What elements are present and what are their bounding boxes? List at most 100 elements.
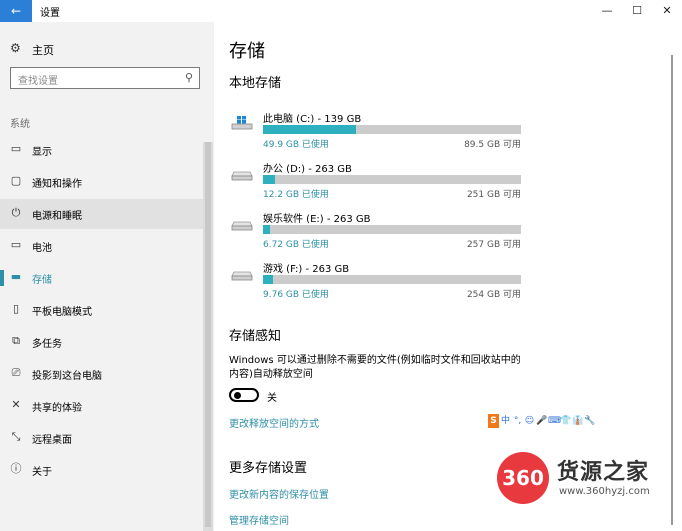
drive-name: 此电脑 (C:) - 139 GB: [263, 114, 362, 125]
drive-name: 办公 (D:) - 263 GB: [263, 164, 352, 175]
more-storage-settings-title: 更多存储设置: [229, 461, 308, 476]
sidebar-scrollbar[interactable]: ▼: [203, 142, 213, 531]
free-space: 254 GB 可用: [466, 290, 521, 300]
free-space: 89.5 GB 可用: [464, 140, 521, 150]
wrench-icon[interactable]: 🔧: [584, 414, 595, 428]
free-space: 251 GB 可用: [466, 190, 521, 200]
free-space: 257 GB 可用: [466, 240, 521, 250]
tablet-icon: ▯: [12, 302, 20, 315]
search-input[interactable]: 查找设置 ⚲: [10, 67, 200, 89]
drive-d[interactable]: 办公 (D:) - 263 GB 12.2 GB 已使用 251 GB 可用: [229, 160, 529, 210]
usage-bar: [263, 175, 521, 184]
sidebar-item-label: 多任务: [32, 339, 62, 350]
sidebar-item-label: 平板电脑模式: [32, 307, 92, 318]
ime-toolbar: S 中 °, ☺ 🎤⌨👕👔🔧: [488, 408, 624, 428]
used-space: 12.2 GB 已使用: [263, 190, 329, 200]
minimize-button[interactable]: —: [592, 0, 622, 22]
sidebar-item-remote[interactable]: ⤡ 远程桌面: [0, 423, 203, 453]
used-space: 49.9 GB 已使用: [263, 140, 329, 150]
drive-icon: [231, 271, 253, 281]
close-button[interactable]: ✕: [652, 0, 682, 22]
usage-bar: [263, 125, 521, 134]
usage-fill: [263, 225, 270, 234]
sidebar-item-label: 共享的体验: [32, 403, 82, 414]
sidebar-item-home[interactable]: ⚙ 主页: [0, 38, 200, 60]
sidebar-item-tablet[interactable]: ▯ 平板电脑模式: [0, 295, 203, 325]
storage-sense-toggle[interactable]: [229, 388, 259, 402]
sidebar-group-label: 系统: [10, 119, 30, 130]
drive-f[interactable]: 游戏 (F:) - 263 GB 9.76 GB 已使用 254 GB 可用: [229, 260, 529, 310]
microphone-icon[interactable]: 🎤: [536, 414, 547, 428]
search-icon[interactable]: ⚲: [185, 71, 193, 84]
emoji-icon[interactable]: ☺: [524, 414, 535, 428]
watermark-name: 货源之家: [557, 460, 650, 485]
title-bar: ← 设置 — ☐ ✕: [0, 0, 682, 22]
maximize-button[interactable]: ☐: [622, 0, 652, 22]
sidebar-item-battery[interactable]: ▭ 电池: [0, 231, 203, 261]
usage-fill: [263, 175, 275, 184]
manage-storage-link[interactable]: 管理存储空间: [229, 512, 289, 527]
sidebar-item-label: 主页: [32, 44, 54, 57]
back-arrow-icon: ←: [10, 4, 22, 18]
sidebar-item-label: 存储: [32, 275, 52, 286]
sidebar-item-power[interactable]: ⏻ 电源和睡眠: [0, 199, 203, 229]
info-icon: ⓘ: [10, 462, 22, 475]
used-space: 9.76 GB 已使用: [263, 290, 329, 300]
keyboard-icon[interactable]: ⌨: [548, 414, 561, 428]
sidebar-scroll-thumb[interactable]: [205, 142, 211, 527]
chinese-mode-icon[interactable]: 中: [500, 414, 511, 428]
sidebar-item-storage[interactable]: ▬ 存储: [0, 263, 203, 293]
sidebar-item-label: 电池: [32, 243, 52, 254]
share-icon: ✕: [11, 398, 21, 411]
sidebar-item-notifications[interactable]: ▢ 通知和操作: [0, 167, 203, 197]
watermark-logo: 360: [497, 452, 549, 504]
watermark-url: www.360hyzj.com: [559, 486, 650, 497]
used-space: 6.72 GB 已使用: [263, 240, 329, 250]
drive-name: 游戏 (F:) - 263 GB: [263, 264, 350, 275]
punctuation-icon[interactable]: °,: [512, 414, 523, 428]
drive-name: 娱乐软件 (E:) - 263 GB: [263, 214, 371, 225]
sidebar-item-display[interactable]: ▭ 显示: [0, 135, 203, 165]
sidebar-item-about[interactable]: ⓘ 关于: [0, 455, 203, 485]
notification-icon: ▢: [10, 174, 22, 187]
search-placeholder: 查找设置: [18, 76, 58, 87]
watermark: 360 货源之家 www.360hyzj.com: [497, 450, 682, 510]
change-free-space-link[interactable]: 更改释放空间的方式: [229, 415, 319, 430]
toggle-knob: [234, 392, 241, 399]
sidebar: ⚙ 主页 查找设置 ⚲ 系统 ▭ 显示 ▢ 通知和操作 ⏻ 电源和睡眠 ▭ 电池…: [0, 22, 214, 531]
sidebar-item-multitask[interactable]: ⧉ 多任务: [0, 327, 203, 357]
storage-sense-title: 存储感知: [229, 329, 282, 344]
battery-icon: ▭: [10, 238, 22, 251]
usage-fill: [263, 125, 356, 134]
remote-icon: ⤡: [11, 430, 21, 443]
usage-bar: [263, 275, 521, 284]
sidebar-item-label: 关于: [32, 467, 52, 478]
power-icon: ⏻: [11, 206, 21, 219]
sidebar-item-label: 投影到这台电脑: [32, 371, 102, 382]
skin-icon[interactable]: 👕: [560, 414, 571, 428]
change-save-location-link[interactable]: 更改新内容的保存位置: [229, 486, 329, 501]
sidebar-item-share[interactable]: ✕ 共享的体验: [0, 391, 203, 421]
back-button[interactable]: ←: [0, 0, 32, 22]
project-icon: ⎚: [11, 366, 21, 379]
sogou-logo-icon[interactable]: S: [488, 414, 499, 428]
sidebar-item-project[interactable]: ⎚ 投影到这台电脑: [0, 359, 203, 389]
local-storage-title: 本地存储: [229, 76, 282, 91]
window-title: 设置: [40, 8, 60, 19]
multitask-icon: ⧉: [12, 334, 20, 347]
sidebar-item-label: 显示: [32, 147, 52, 158]
storage-sense-description: Windows 可以通过删除不需要的文件(例如临时文件和回收站中的内容)自动释放…: [229, 355, 521, 380]
toggle-state-label: 关: [267, 393, 277, 404]
drive-e[interactable]: 娱乐软件 (E:) - 263 GB 6.72 GB 已使用 257 GB 可用: [229, 210, 529, 260]
usage-bar: [263, 225, 521, 234]
gear-icon: ⚙: [10, 41, 21, 55]
shirt-icon[interactable]: 👔: [572, 414, 583, 428]
sidebar-item-label: 远程桌面: [32, 435, 72, 446]
active-indicator: [0, 270, 4, 286]
drive-c[interactable]: 此电脑 (C:) - 139 GB 49.9 GB 已使用 89.5 GB 可用: [229, 110, 529, 160]
sidebar-item-label: 通知和操作: [32, 179, 82, 190]
storage-icon: ▬: [10, 270, 22, 283]
page-title: 存储: [229, 41, 265, 62]
drive-icon: [231, 171, 253, 181]
windows-drive-icon: [231, 116, 253, 130]
